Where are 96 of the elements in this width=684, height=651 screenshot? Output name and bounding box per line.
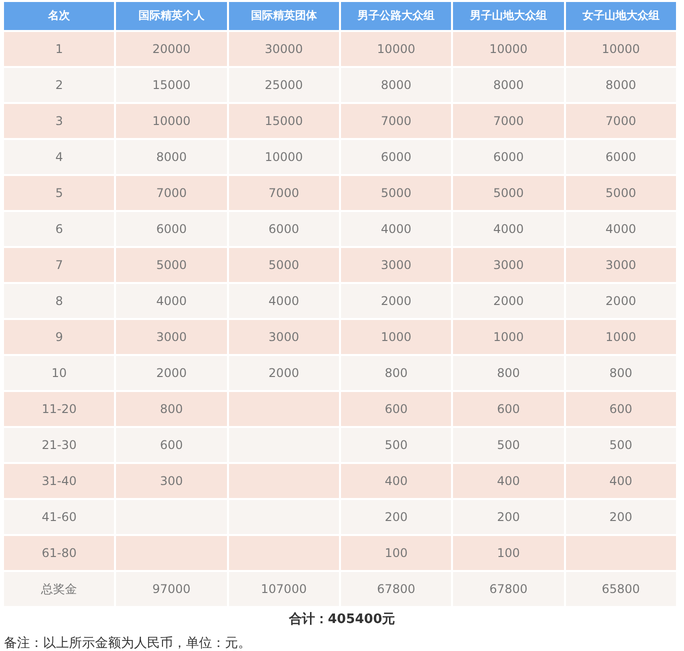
table-cell: 21-30 [4,428,114,462]
table-cell: 11-20 [4,392,114,426]
table-cell: 15000 [228,104,339,138]
table-cell: 7000 [340,104,452,138]
table-cell: 800 [116,392,227,426]
table-cell: 20000 [116,32,227,66]
table-cell: 10000 [453,32,564,66]
table-cell: 30000 [228,32,339,66]
table-cell: 6000 [340,140,452,174]
table-cell: 3000 [116,320,227,354]
table-cell: 400 [453,464,564,498]
table-cell: 10000 [566,32,676,66]
grand-total: 合计：405400元 [288,612,396,627]
table-cell: 5 [4,176,114,210]
table-cell: 500 [340,428,452,462]
table-cell: 8000 [566,68,676,102]
table-cell: 7 [4,248,114,282]
table-cell: 1 [4,32,114,66]
table-cell: 7000 [116,176,227,210]
table-cell: 600 [116,428,227,462]
table-cell: 4000 [453,212,564,246]
table-cell: 8000 [116,140,227,174]
table-cell: 4000 [228,284,339,318]
table-cell: 4000 [116,284,227,318]
table-cell: 9 [4,320,114,354]
table-cell: 65800 [566,572,676,606]
table-cell: 1000 [453,320,564,354]
table-cell: 3000 [228,320,339,354]
table-cell: 200 [566,500,676,534]
table-cell: 6000 [228,212,339,246]
table-cell: 800 [566,356,676,390]
table-cell: 600 [566,392,676,426]
table-cell: 总奖金 [4,572,114,606]
table-cell: 5000 [453,176,564,210]
table-cell: 2000 [228,356,339,390]
table-cell: 2000 [453,284,564,318]
table-cell: 300 [116,464,227,498]
table-cell: 3000 [453,248,564,282]
table-cell: 400 [566,464,676,498]
table-cell: 600 [340,392,452,426]
table-cell: 500 [566,428,676,462]
table-cell: 200 [340,500,452,534]
note-text: 备注：以上所示金额为人民币，单位：元。 [4,636,251,650]
table-cell: 7000 [566,104,676,138]
column-header: 名次 [4,2,114,30]
table-cell: 107000 [228,572,339,606]
table-cell: 800 [453,356,564,390]
table-cell: 97000 [116,572,227,606]
table-cell: 5000 [566,176,676,210]
table-cell: 500 [453,428,564,462]
table-cell: 10000 [116,104,227,138]
table-cell: 67800 [340,572,452,606]
table-cell: 2 [4,68,114,102]
table-cell: 3000 [566,248,676,282]
table-cell: 7000 [453,104,564,138]
table-cell: 7000 [228,176,339,210]
table-cell: 10000 [228,140,339,174]
table-cell: 8 [4,284,114,318]
table-cell: 2000 [116,356,227,390]
table-cell: 3 [4,104,114,138]
table-cell: 8000 [453,68,564,102]
table-cell: 10000 [340,32,452,66]
table-cell: 5000 [116,248,227,282]
table-cell: 800 [340,356,452,390]
table-cell: 8000 [340,68,452,102]
table-cell: 25000 [228,68,339,102]
table-cell: 41-60 [4,500,114,534]
table-cell: 400 [340,464,452,498]
table-cell: 100 [453,536,564,570]
table-cell: 61-80 [4,536,114,570]
table-cell: 4000 [566,212,676,246]
table-cell: 2000 [340,284,452,318]
table-cell: 4000 [340,212,452,246]
table-cell: 15000 [116,68,227,102]
table-cell: 6 [4,212,114,246]
table-cell: 31-40 [4,464,114,498]
table-cell: 600 [453,392,564,426]
table-cell: 2000 [566,284,676,318]
table-cell: 100 [340,536,452,570]
table-cell: 5000 [340,176,452,210]
table-cell: 3000 [340,248,452,282]
table-cell: 6000 [116,212,227,246]
column-header: 男子山地大众组 [453,2,564,30]
table-cell: 200 [453,500,564,534]
table-cell: 67800 [453,572,564,606]
column-header: 国际精英个人 [116,2,227,30]
column-header: 国际精英团体 [228,2,339,30]
column-header: 男子公路大众组 [340,2,452,30]
table-cell: 1000 [340,320,452,354]
table-cell: 6000 [453,140,564,174]
table-cell: 10 [4,356,114,390]
table-cell: 6000 [566,140,676,174]
table-cell: 1000 [566,320,676,354]
table-cell: 5000 [228,248,339,282]
column-header: 女子山地大众组 [566,2,676,30]
table-cell: 4 [4,140,114,174]
